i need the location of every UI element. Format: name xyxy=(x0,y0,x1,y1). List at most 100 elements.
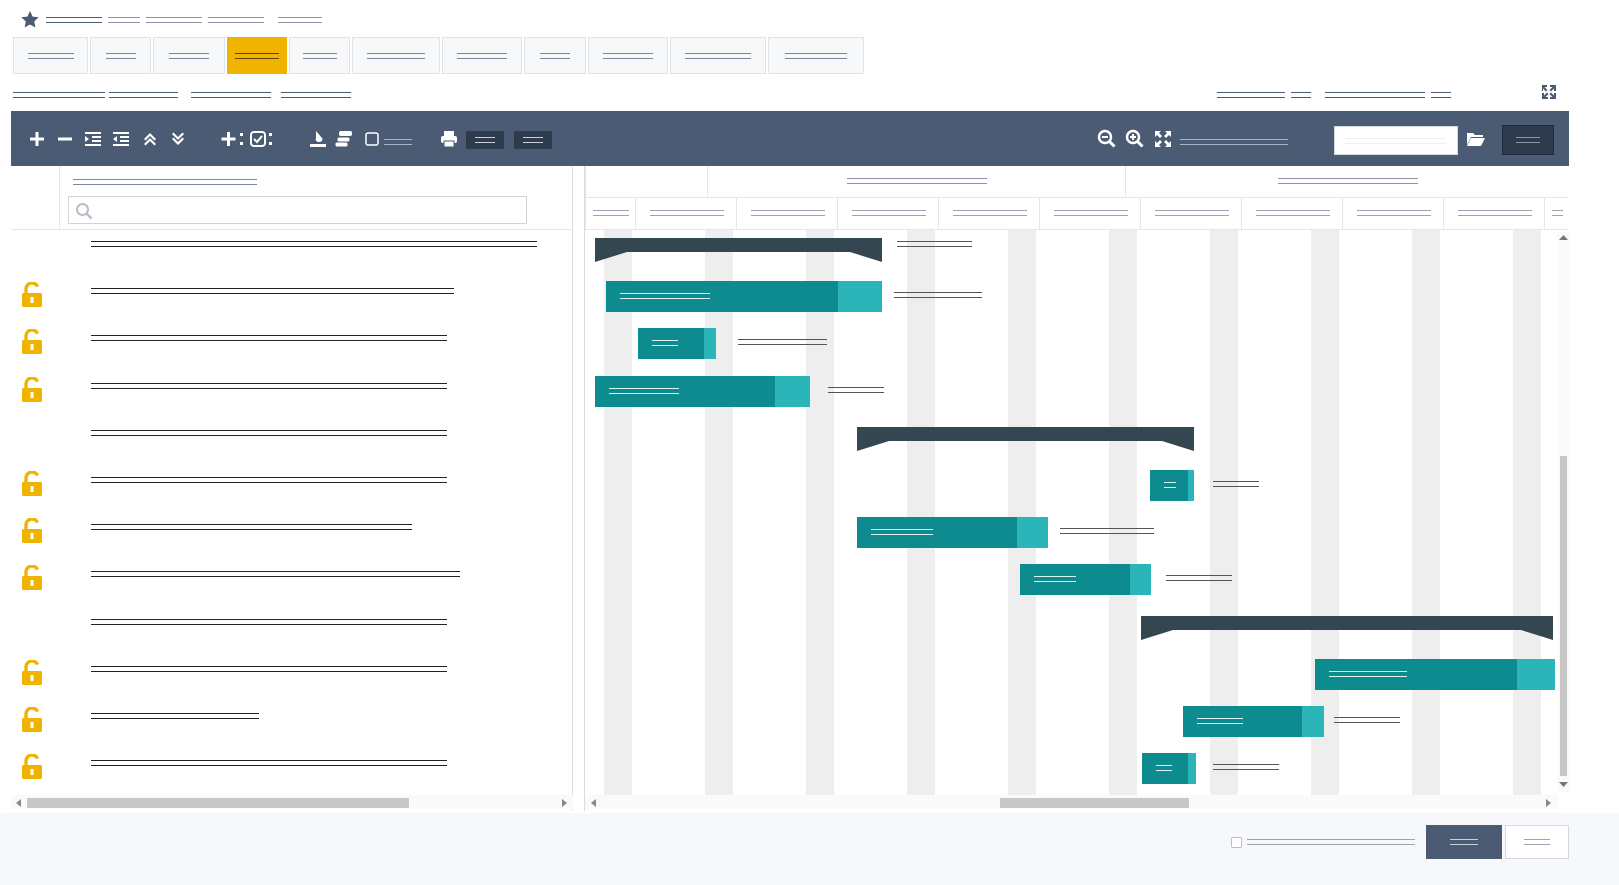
bar-label xyxy=(1164,482,1176,488)
indent-icon[interactable] xyxy=(83,129,103,149)
tab[interactable] xyxy=(289,37,350,74)
crumb-part[interactable] xyxy=(208,17,264,23)
minus-icon[interactable] xyxy=(55,129,75,149)
chart-horizontal-scrollbar[interactable] xyxy=(585,795,1558,809)
unlock-icon[interactable] xyxy=(20,707,44,733)
column-header[interactable] xyxy=(73,179,257,185)
scrollbar-thumb[interactable] xyxy=(27,798,409,808)
summary-row[interactable] xyxy=(11,414,573,461)
tab[interactable] xyxy=(588,37,668,74)
secondary-button[interactable] xyxy=(1505,825,1569,859)
tab-active[interactable] xyxy=(227,37,287,74)
summary-row[interactable] xyxy=(11,225,573,272)
fill-icon[interactable] xyxy=(308,129,328,149)
task-bar[interactable] xyxy=(1183,706,1324,737)
task-row[interactable] xyxy=(11,367,573,414)
outdent-icon[interactable] xyxy=(111,129,131,149)
task-row[interactable] xyxy=(11,272,573,319)
unlock-icon[interactable] xyxy=(20,565,44,591)
unlock-icon[interactable] xyxy=(20,518,44,544)
unlock-icon[interactable] xyxy=(20,754,44,780)
task-name xyxy=(91,665,447,672)
task-bar[interactable] xyxy=(606,281,882,313)
toolbar-button[interactable] xyxy=(466,131,504,149)
task-bar[interactable] xyxy=(857,517,1048,549)
scroll-left-icon[interactable] xyxy=(15,799,21,807)
scroll-right-icon[interactable] xyxy=(562,799,568,807)
unlock-icon[interactable] xyxy=(20,376,44,403)
task-row[interactable] xyxy=(11,555,573,602)
task-row[interactable] xyxy=(11,508,573,555)
primary-button[interactable] xyxy=(1426,825,1502,859)
fit-icon[interactable] xyxy=(1153,129,1173,149)
task-row[interactable] xyxy=(11,650,573,697)
toolbar-button[interactable] xyxy=(514,131,552,149)
tab[interactable] xyxy=(524,37,586,74)
scroll-right-icon[interactable] xyxy=(1546,799,1552,807)
star-icon[interactable] xyxy=(20,10,40,30)
crumb-part[interactable] xyxy=(278,17,322,23)
task-row[interactable] xyxy=(11,461,573,508)
zoom-in-icon[interactable] xyxy=(1125,129,1145,149)
tab[interactable] xyxy=(13,37,88,74)
bar-label xyxy=(1156,765,1172,772)
unlock-icon[interactable] xyxy=(20,329,44,355)
grid-horizontal-scrollbar[interactable] xyxy=(11,795,573,809)
crumb-part[interactable] xyxy=(146,17,202,23)
vertical-scrollbar[interactable] xyxy=(1558,232,1569,792)
summary-bar[interactable] xyxy=(595,238,882,262)
tab[interactable] xyxy=(153,37,225,74)
plus-icon[interactable] xyxy=(27,129,47,149)
fullscreen-icon[interactable] xyxy=(1541,84,1557,100)
tab[interactable] xyxy=(670,37,766,74)
task-row[interactable] xyxy=(11,697,573,744)
zoom-out-icon[interactable] xyxy=(1097,129,1117,149)
print-icon[interactable] xyxy=(439,129,459,149)
summary-bar[interactable] xyxy=(857,426,1194,451)
scroll-up-icon[interactable] xyxy=(1559,234,1568,240)
tab[interactable] xyxy=(90,37,151,74)
filter-input[interactable] xyxy=(68,196,527,224)
summary-row[interactable] xyxy=(11,603,573,650)
add-column-icon[interactable] xyxy=(221,129,247,149)
unlock-icon[interactable] xyxy=(20,659,44,686)
timeline-bottom-label xyxy=(1552,210,1563,216)
task-row[interactable] xyxy=(11,319,573,366)
task-bar[interactable] xyxy=(595,375,810,407)
bar-label xyxy=(1197,718,1243,724)
checkbox-icon[interactable] xyxy=(362,129,382,149)
task-row[interactable] xyxy=(11,744,573,791)
weekend-column xyxy=(604,230,632,795)
unlock-icon[interactable] xyxy=(20,282,44,308)
tab[interactable] xyxy=(352,37,440,74)
project-name xyxy=(13,92,105,98)
task-bar[interactable] xyxy=(1150,470,1194,501)
action-button[interactable] xyxy=(1502,125,1554,155)
task-bar[interactable] xyxy=(1315,658,1555,690)
footer-checkbox[interactable] xyxy=(1231,837,1242,848)
search-input[interactable] xyxy=(1334,126,1458,155)
task-bar[interactable] xyxy=(1020,564,1151,596)
checkbox-column-icon[interactable] xyxy=(249,129,275,149)
tab[interactable] xyxy=(442,37,522,74)
zoom-label xyxy=(1180,139,1288,145)
unlock-icon[interactable] xyxy=(20,471,44,497)
checkbox-label xyxy=(384,139,412,145)
crumb-part[interactable] xyxy=(108,17,140,23)
scrollbar-thumb[interactable] xyxy=(1000,798,1189,808)
timeline-bottom-cell xyxy=(736,198,837,230)
scrollbar-thumb[interactable] xyxy=(1560,456,1567,776)
expand-down-icon[interactable] xyxy=(168,129,188,149)
task-bar[interactable] xyxy=(1142,753,1196,785)
scroll-down-icon[interactable] xyxy=(1559,782,1568,788)
expand-up-icon[interactable] xyxy=(140,129,160,149)
tab[interactable] xyxy=(768,37,864,74)
task-bar[interactable] xyxy=(638,328,716,360)
project-info xyxy=(109,92,178,98)
layers-icon[interactable] xyxy=(334,129,354,149)
summary-bar[interactable] xyxy=(1141,615,1553,640)
timeline-bottom-label xyxy=(1154,210,1229,216)
scroll-left-icon[interactable] xyxy=(590,799,596,807)
sub-header xyxy=(13,85,1603,104)
folder-open-icon[interactable] xyxy=(1466,129,1486,149)
